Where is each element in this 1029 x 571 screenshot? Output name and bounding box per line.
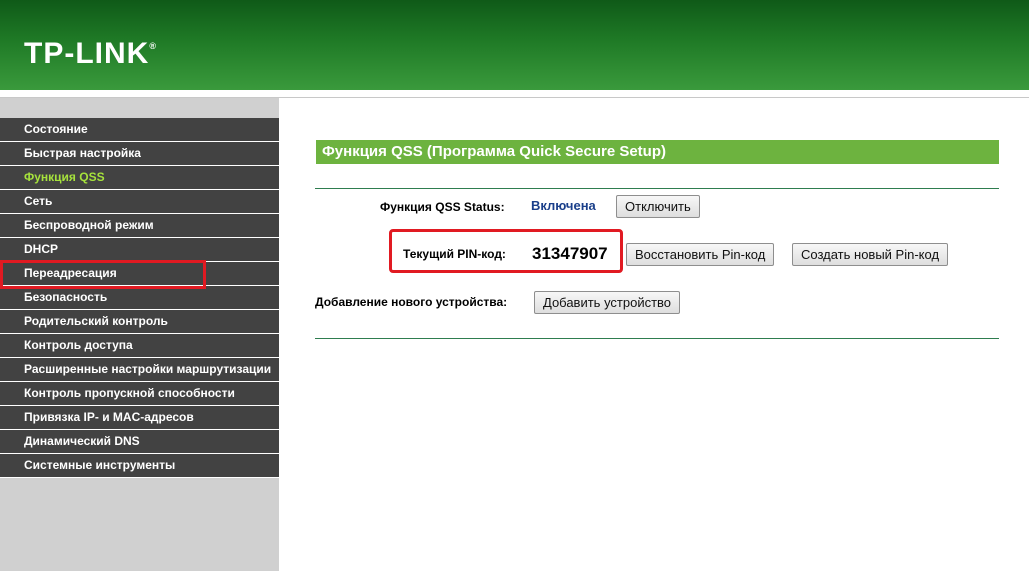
qss-status-label: Функция QSS Status: — [380, 200, 505, 214]
top-divider — [315, 188, 999, 189]
sidebar-item-dynamic-dns[interactable]: Динамический DNS — [0, 430, 279, 454]
sidebar-item-access-control[interactable]: Контроль доступа — [0, 334, 279, 358]
sidebar-item-ip-mac-binding[interactable]: Привязка IP- и MAC-адресов — [0, 406, 279, 430]
bottom-divider — [315, 338, 999, 339]
sidebar-item-qss[interactable]: Функция QSS — [0, 166, 279, 190]
sidebar-item-security[interactable]: Безопасность — [0, 286, 279, 310]
tp-link-logo: TP-LINK® — [24, 37, 157, 71]
sidebar-item-system-tools[interactable]: Системные инструменты — [0, 454, 279, 478]
header-divider — [0, 90, 1029, 98]
sidebar-item-quick-setup[interactable]: Быстрая настройка — [0, 142, 279, 166]
sidebar: Состояние Быстрая настройка Функция QSS … — [0, 98, 284, 571]
sidebar-item-network[interactable]: Сеть — [0, 190, 279, 214]
logo-text: TP-LINK — [24, 37, 150, 70]
sidebar-item-dhcp[interactable]: DHCP — [0, 238, 279, 262]
sidebar-item-status[interactable]: Состояние — [0, 118, 279, 142]
sidebar-item-wireless[interactable]: Беспроводной режим — [0, 214, 279, 238]
sidebar-item-bandwidth-control[interactable]: Контроль пропускной способности — [0, 382, 279, 406]
add-device-label: Добавление нового устройства: — [315, 295, 508, 309]
sidebar-item-advanced-routing[interactable]: Расширенные настройки маршрутизации — [0, 358, 279, 382]
sidebar-item-parental-control[interactable]: Родительский контроль — [0, 310, 279, 334]
sidebar-edge — [279, 98, 284, 571]
page-title: Функция QSS (Программа Quick Secure Setu… — [316, 140, 999, 164]
add-device-button[interactable]: Добавить устройство — [534, 291, 681, 314]
disable-qss-button[interactable]: Отключить — [616, 195, 700, 218]
qss-status-value: Включена — [531, 198, 596, 213]
header-banner: TP-LINK® — [0, 0, 1029, 90]
pin-value: 31347907 — [532, 244, 608, 263]
sidebar-item-forwarding[interactable]: Переадресация — [0, 262, 279, 286]
sidebar-menu: Состояние Быстрая настройка Функция QSS … — [0, 118, 279, 478]
pin-label: Текущий PIN-код: — [403, 247, 506, 261]
restore-pin-button[interactable]: Восстановить Pin-код — [626, 243, 775, 266]
generate-pin-button[interactable]: Создать новый Pin-код — [792, 243, 949, 266]
trademark-symbol: ® — [149, 41, 157, 51]
main-content: Функция QSS (Программа Quick Secure Setu… — [285, 98, 1029, 571]
